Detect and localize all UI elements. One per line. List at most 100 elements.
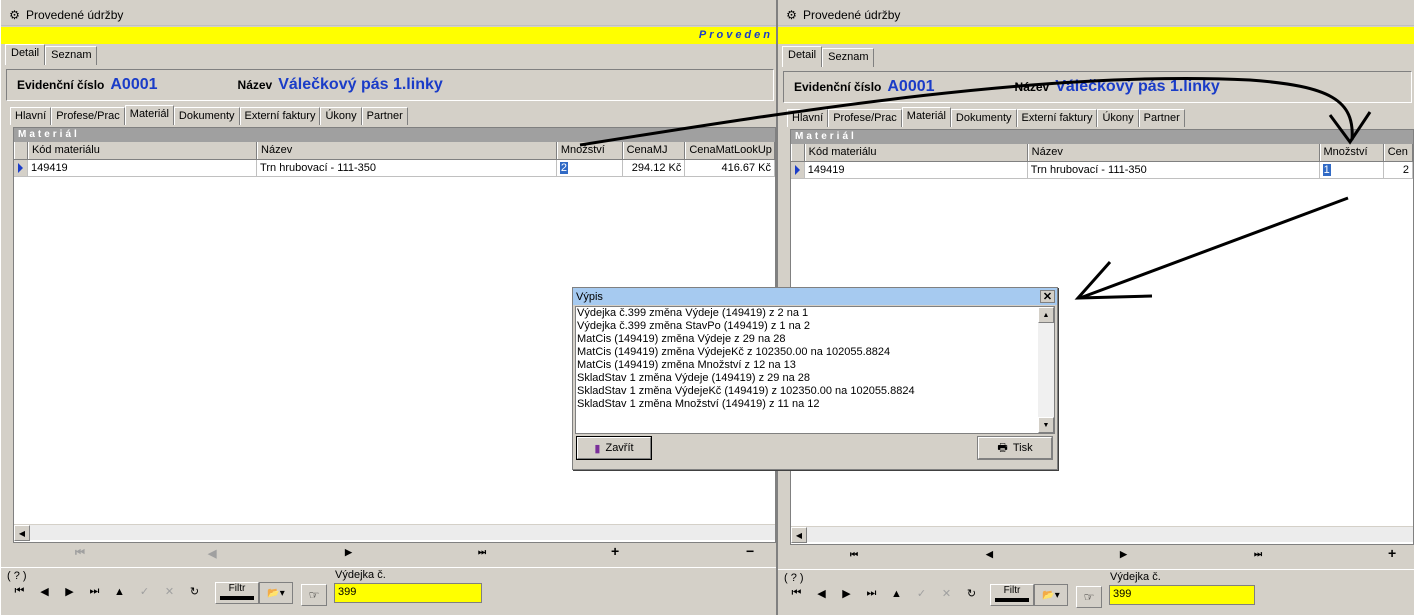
tab-partner[interactable]: Partner — [1138, 109, 1185, 127]
add-record-icon[interactable]: + — [1388, 545, 1396, 561]
door-icon: ▮ — [594, 442, 601, 455]
prior-record-icon[interactable]: ◀ — [986, 549, 993, 560]
last-record-icon[interactable]: ⏭ — [1254, 549, 1262, 560]
vydejka-label: Výdejka č. — [335, 569, 386, 581]
tab-seznam[interactable]: Seznam — [45, 46, 98, 65]
tab-detail[interactable]: Detail — [782, 46, 823, 67]
col-nazev[interactable]: Název — [257, 142, 557, 159]
vypis-dialog: Výpis ✕ Výdejka č.399 změna Výdeje (1494… — [572, 287, 1058, 470]
horizontal-scrollbar[interactable]: ◀ — [14, 524, 775, 541]
scroll-down-icon[interactable]: ▼ — [1038, 417, 1054, 433]
folder-dropdown[interactable]: 📂 ▾ — [259, 582, 293, 604]
title-bar: ⚙ Provedené údržby — [1, 4, 776, 26]
last-icon[interactable]: ⏭ — [82, 585, 107, 598]
last-record-icon[interactable]: ⏭ — [478, 547, 486, 558]
window-title: Provedené údržby — [803, 7, 901, 22]
cancel-icon[interactable]: ✕ — [934, 587, 959, 600]
select-document-button[interactable]: ☞ — [1076, 586, 1102, 608]
evid-label: Evidenční číslo — [17, 78, 105, 92]
cancel-icon[interactable]: ✕ — [157, 585, 182, 598]
cell-mnozstvi-value[interactable]: 2 — [559, 162, 568, 174]
status-banner: Proveden — [1, 27, 776, 44]
list-item: MatCis (149419) změna Výdeje z 29 na 28 — [577, 333, 786, 345]
tab-dokumenty[interactable]: Dokumenty — [950, 109, 1017, 127]
table-row[interactable]: 149419 Trn hrubovací - 111-350 2 294.12 … — [14, 160, 775, 177]
dialog-titlebar: Výpis ✕ — [573, 288, 1057, 305]
next-record-icon[interactable]: ▶ — [1120, 549, 1127, 560]
cell-cen[interactable]: 2 — [1384, 162, 1414, 178]
tab-profese[interactable]: Profese/Prac — [828, 109, 902, 127]
print-button[interactable]: 🖶 Tisk — [977, 436, 1053, 460]
first-record-icon[interactable]: ⏮ — [75, 547, 85, 560]
tab-hlavni[interactable]: Hlavní — [10, 107, 52, 125]
log-list[interactable]: Výdejka č.399 změna Výdeje (149419) z 2 … — [575, 306, 1055, 434]
cell-kod[interactable]: 149419 — [805, 162, 1028, 178]
help-label[interactable]: ( ? ) — [784, 572, 804, 584]
folder-dropdown[interactable]: 📂 ▾ — [1034, 584, 1068, 606]
col-cenamat[interactable]: CenaMatLookUp — [685, 142, 775, 159]
scroll-left-icon[interactable]: ◀ — [14, 525, 30, 541]
top-tabs: Detail Seznam — [782, 46, 875, 67]
refresh-icon[interactable]: ↻ — [959, 587, 984, 600]
next-icon[interactable]: ▶ — [57, 585, 82, 598]
cell-kod[interactable]: 149419 — [28, 160, 258, 176]
check-icon[interactable]: ✓ — [132, 585, 157, 598]
col-kod[interactable]: Kód materiálu — [27, 142, 258, 159]
col-cen[interactable]: Cen — [1383, 144, 1413, 161]
cell-cenamj[interactable]: 294.12 Kč — [623, 160, 686, 176]
close-button[interactable]: ▮ Zavřít — [576, 436, 652, 460]
tab-ukony[interactable]: Úkony — [1097, 109, 1139, 127]
last-icon[interactable]: ⏭ — [859, 587, 884, 600]
help-label[interactable]: ( ? ) — [7, 570, 27, 582]
cell-mnozstvi[interactable]: 2 — [557, 160, 623, 176]
refresh-icon[interactable]: ↻ — [182, 585, 207, 598]
tab-dokumenty[interactable]: Dokumenty — [173, 107, 240, 125]
col-mnozstvi[interactable]: Množství — [1319, 144, 1384, 161]
check-icon[interactable]: ✓ — [909, 587, 934, 600]
cell-nazev[interactable]: Trn hrubovací - 111-350 — [1028, 162, 1320, 178]
prev-icon[interactable]: ◀ — [32, 585, 57, 598]
prev-icon[interactable]: ◀ — [809, 587, 834, 600]
col-nazev[interactable]: Název — [1027, 144, 1320, 161]
select-document-button[interactable]: ☞ — [301, 584, 327, 606]
tab-externi-faktury[interactable]: Externí faktury — [239, 107, 321, 125]
table-row[interactable]: 149419 Trn hrubovací - 111-350 1 2 — [791, 162, 1414, 179]
tab-partner[interactable]: Partner — [361, 107, 408, 125]
filter-button[interactable]: Filtr — [215, 582, 259, 604]
vydejka-field[interactable]: 399 — [1109, 585, 1255, 605]
horizontal-scrollbar[interactable]: ◀ — [791, 526, 1413, 543]
prior-record-icon[interactable]: ◀ — [208, 547, 216, 560]
cell-cenamat[interactable]: 416.67 Kč — [685, 160, 775, 176]
panel-title: Materiál — [791, 130, 1413, 144]
tab-material[interactable]: Materiál — [901, 107, 951, 127]
cell-nazev[interactable]: Trn hrubovací - 111-350 — [257, 160, 557, 176]
next-icon[interactable]: ▶ — [834, 587, 859, 600]
vydejka-field[interactable]: 399 — [334, 583, 482, 603]
next-record-icon[interactable]: ▶ — [345, 547, 352, 558]
scroll-up-icon[interactable]: ▲ — [1038, 307, 1054, 323]
vertical-scrollbar[interactable]: ▲ ▼ — [1038, 307, 1054, 433]
tab-seznam[interactable]: Seznam — [822, 48, 875, 67]
col-mnozstvi[interactable]: Množství — [556, 142, 623, 159]
delete-record-icon[interactable]: − — [746, 543, 754, 559]
col-kod[interactable]: Kód materiálu — [804, 144, 1028, 161]
tab-material[interactable]: Materiál — [124, 105, 174, 125]
first-record-icon[interactable]: ⏮ — [850, 549, 858, 560]
tab-ukony[interactable]: Úkony — [320, 107, 362, 125]
close-icon[interactable]: ✕ — [1040, 290, 1055, 303]
cell-mnozstvi-value[interactable]: 1 — [1322, 164, 1331, 176]
cell-mnozstvi[interactable]: 1 — [1320, 162, 1384, 178]
filter-button[interactable]: Filtr — [990, 584, 1034, 606]
close-button-label: Zavřít — [605, 442, 634, 454]
first-icon[interactable]: ⏮ — [7, 585, 32, 598]
tab-detail[interactable]: Detail — [5, 44, 46, 65]
scroll-left-icon[interactable]: ◀ — [791, 527, 807, 543]
up-icon[interactable]: ▲ — [884, 588, 909, 600]
tab-profese[interactable]: Profese/Prac — [51, 107, 125, 125]
add-record-icon[interactable]: + — [611, 543, 619, 559]
first-icon[interactable]: ⏮ — [784, 587, 809, 600]
tab-externi-faktury[interactable]: Externí faktury — [1016, 109, 1098, 127]
tab-hlavni[interactable]: Hlavní — [787, 109, 829, 127]
col-cenamj[interactable]: CenaMJ — [622, 142, 686, 159]
up-icon[interactable]: ▲ — [107, 586, 132, 598]
